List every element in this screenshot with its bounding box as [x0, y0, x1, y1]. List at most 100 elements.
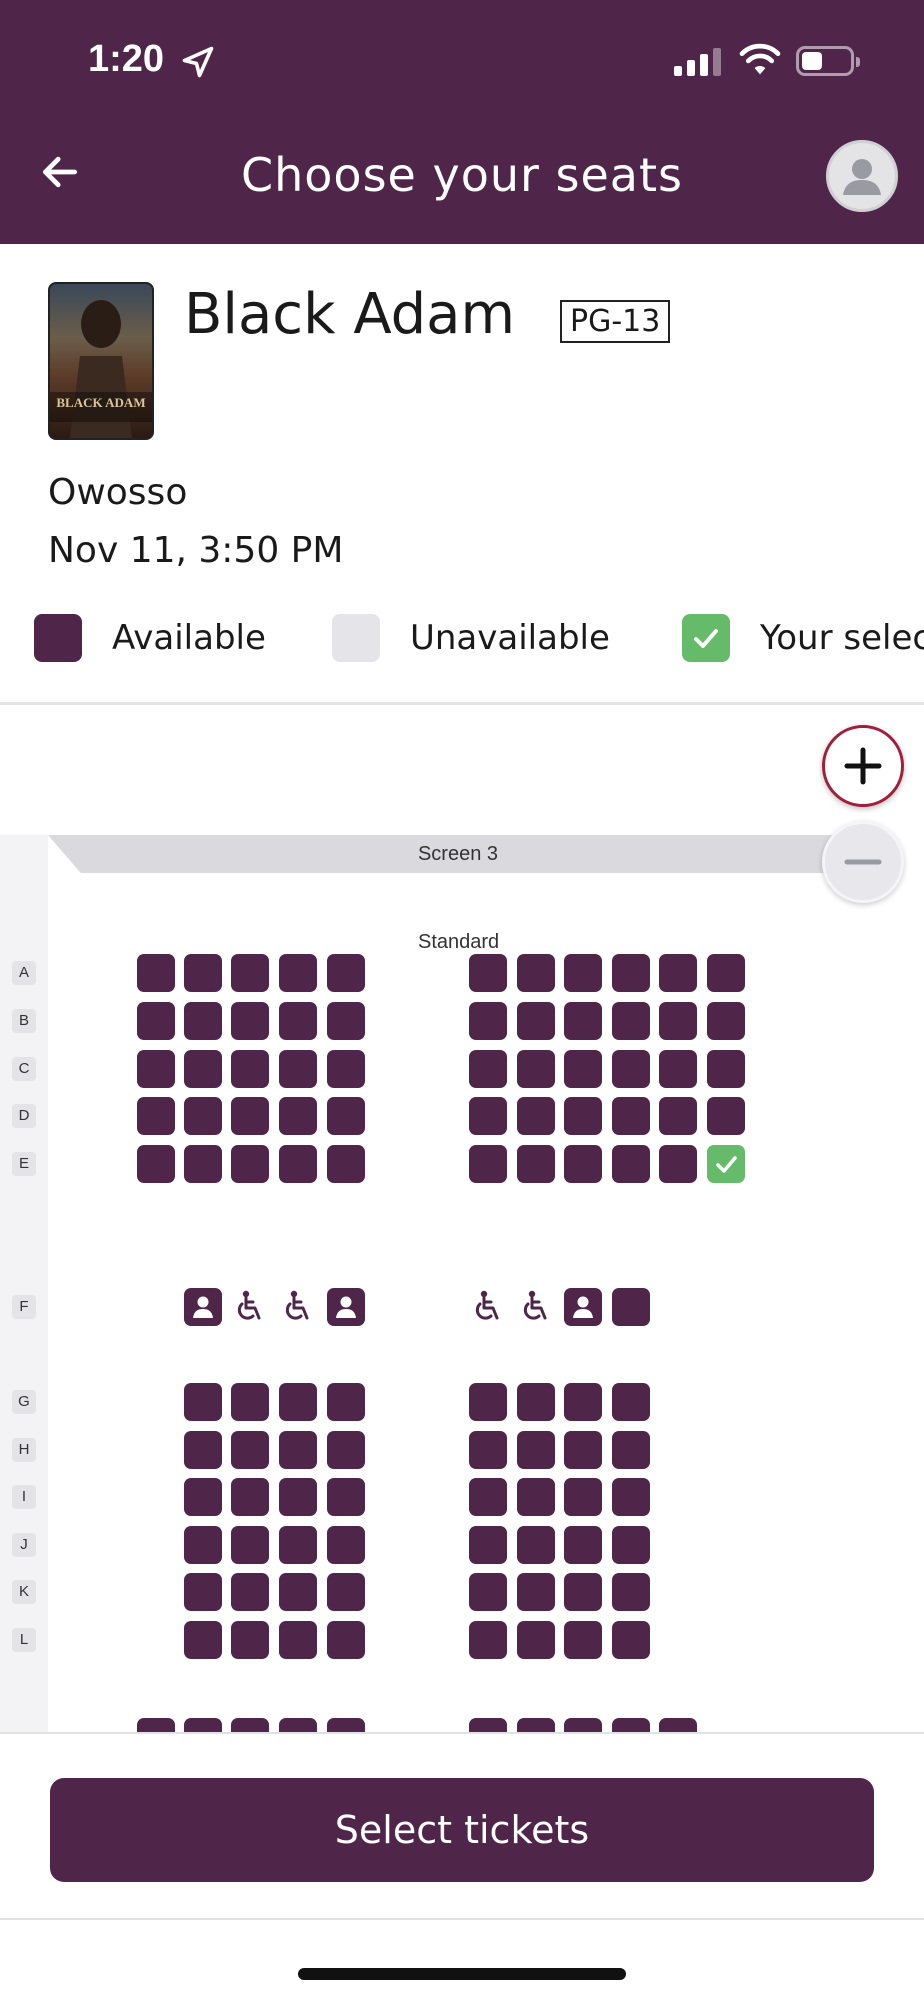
seat-G[interactable]	[279, 1383, 317, 1421]
seat-H[interactable]	[564, 1431, 602, 1469]
seat-D[interactable]	[137, 1097, 175, 1135]
seat-H[interactable]	[279, 1431, 317, 1469]
seat-B[interactable]	[564, 1002, 602, 1040]
seat-G[interactable]	[231, 1383, 269, 1421]
seat-A[interactable]	[137, 954, 175, 992]
seat-C[interactable]	[279, 1050, 317, 1088]
seat-A[interactable]	[564, 954, 602, 992]
seat-C[interactable]	[707, 1050, 745, 1088]
seat-C[interactable]	[612, 1050, 650, 1088]
wheelchair-icon[interactable]	[469, 1288, 507, 1326]
seat-K[interactable]	[327, 1573, 365, 1611]
seat-A[interactable]	[612, 954, 650, 992]
seat-I[interactable]	[612, 1478, 650, 1516]
seat-I[interactable]	[184, 1478, 222, 1516]
seat-E[interactable]	[517, 1145, 555, 1183]
seat-J[interactable]	[231, 1526, 269, 1564]
seat-I[interactable]	[517, 1478, 555, 1516]
seat-J[interactable]	[184, 1526, 222, 1564]
seat-A[interactable]	[279, 954, 317, 992]
seat-C[interactable]	[659, 1050, 697, 1088]
seat-A[interactable]	[707, 954, 745, 992]
seat-K[interactable]	[564, 1573, 602, 1611]
companion-seat-F[interactable]	[184, 1288, 222, 1326]
seat-I[interactable]	[327, 1478, 365, 1516]
seat-K[interactable]	[184, 1573, 222, 1611]
companion-seat-F[interactable]	[327, 1288, 365, 1326]
profile-avatar-icon[interactable]	[826, 140, 898, 212]
seat-J[interactable]	[279, 1526, 317, 1564]
seat-L[interactable]	[612, 1621, 650, 1659]
seat-A[interactable]	[517, 954, 555, 992]
zoom-out-button[interactable]	[822, 821, 904, 903]
seat-L[interactable]	[279, 1621, 317, 1659]
seat-D[interactable]	[517, 1097, 555, 1135]
seat-E[interactable]	[469, 1145, 507, 1183]
zoom-in-button[interactable]	[822, 725, 904, 807]
seat-B[interactable]	[279, 1002, 317, 1040]
seat-D[interactable]	[184, 1097, 222, 1135]
seat-I[interactable]	[564, 1478, 602, 1516]
seat-partial[interactable]	[137, 1718, 175, 1733]
seat-E[interactable]	[564, 1145, 602, 1183]
seat-D[interactable]	[279, 1097, 317, 1135]
seat-J[interactable]	[469, 1526, 507, 1564]
seat-A[interactable]	[231, 954, 269, 992]
seat-C[interactable]	[469, 1050, 507, 1088]
seat-H[interactable]	[517, 1431, 555, 1469]
seat-B[interactable]	[184, 1002, 222, 1040]
seat-E[interactable]	[659, 1145, 697, 1183]
seat-E[interactable]	[184, 1145, 222, 1183]
companion-seat-F[interactable]	[564, 1288, 602, 1326]
seat-map[interactable]: Screen 3 Standard ABCDE F GHIJKL	[0, 705, 924, 1733]
seat-G[interactable]	[469, 1383, 507, 1421]
seat-partial[interactable]	[659, 1718, 697, 1733]
seat-G[interactable]	[327, 1383, 365, 1421]
seat-A[interactable]	[327, 954, 365, 992]
seat-E[interactable]	[612, 1145, 650, 1183]
seat-partial[interactable]	[231, 1718, 269, 1733]
seat-J[interactable]	[564, 1526, 602, 1564]
seat-L[interactable]	[327, 1621, 365, 1659]
seat-J[interactable]	[327, 1526, 365, 1564]
seat-C[interactable]	[517, 1050, 555, 1088]
seat-L[interactable]	[517, 1621, 555, 1659]
wheelchair-icon[interactable]	[517, 1288, 555, 1326]
wheelchair-icon[interactable]	[231, 1288, 269, 1326]
seat-D[interactable]	[327, 1097, 365, 1135]
seat-C[interactable]	[564, 1050, 602, 1088]
seat-D[interactable]	[659, 1097, 697, 1135]
seat-G[interactable]	[184, 1383, 222, 1421]
seat-E[interactable]	[279, 1145, 317, 1183]
seat-K[interactable]	[517, 1573, 555, 1611]
seat-E[interactable]	[327, 1145, 365, 1183]
seat-D[interactable]	[564, 1097, 602, 1135]
seat-L[interactable]	[184, 1621, 222, 1659]
seat-K[interactable]	[231, 1573, 269, 1611]
seat-I[interactable]	[469, 1478, 507, 1516]
seat-partial[interactable]	[279, 1718, 317, 1733]
seat-B[interactable]	[231, 1002, 269, 1040]
seat-partial[interactable]	[184, 1718, 222, 1733]
seat-H[interactable]	[231, 1431, 269, 1469]
seat-E[interactable]	[137, 1145, 175, 1183]
seat-C[interactable]	[137, 1050, 175, 1088]
seat-B[interactable]	[327, 1002, 365, 1040]
seat-D[interactable]	[612, 1097, 650, 1135]
seat-K[interactable]	[279, 1573, 317, 1611]
seat-C[interactable]	[231, 1050, 269, 1088]
seat-H[interactable]	[612, 1431, 650, 1469]
seat-C[interactable]	[184, 1050, 222, 1088]
seat-E[interactable]	[231, 1145, 269, 1183]
seat-A[interactable]	[469, 954, 507, 992]
seat-B[interactable]	[137, 1002, 175, 1040]
seat-F[interactable]	[612, 1288, 650, 1326]
seat-B[interactable]	[469, 1002, 507, 1040]
seat-B[interactable]	[517, 1002, 555, 1040]
seat-D[interactable]	[707, 1097, 745, 1135]
seat-partial[interactable]	[612, 1718, 650, 1733]
select-tickets-button[interactable]: Select tickets	[50, 1778, 874, 1882]
seat-C[interactable]	[327, 1050, 365, 1088]
seat-partial[interactable]	[517, 1718, 555, 1733]
seat-H[interactable]	[184, 1431, 222, 1469]
